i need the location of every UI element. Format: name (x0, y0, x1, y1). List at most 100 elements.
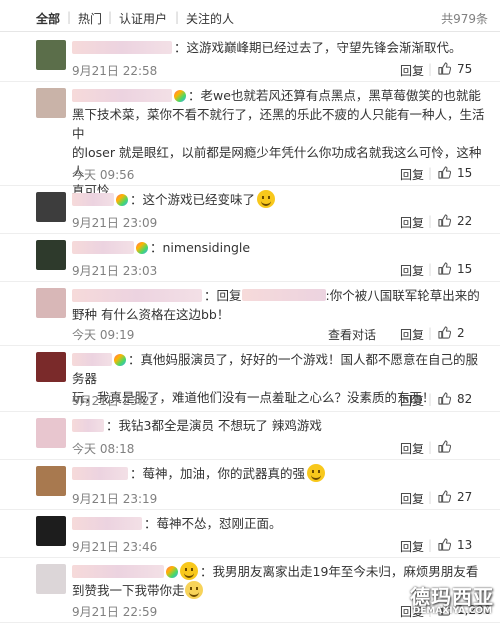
comment-line: ：老we也就若风还算有点黑点，黑草莓傲笑的也就能 (188, 88, 481, 103)
comment-item: ：莓神不怂，怼刚正面。 9月21日 23:46 回复 | 13 (0, 510, 500, 558)
thumbs-up-icon (438, 214, 451, 227)
comment-text: ：我钻3都全是演员 不想玩了 辣鸡游戏 (72, 416, 490, 435)
like-button[interactable]: 27 (438, 490, 472, 504)
reply-target-redacted[interactable] (241, 289, 326, 301)
comment-item: ：nimensidingle 9月21日 23:03 回复 | 15 (0, 234, 500, 282)
comment-item: ：老we也就若风还算有点黑点，黑草莓傲笑的也就能黑下技术菜，菜你不看不就行了，还… (0, 82, 500, 198)
comment-line: 到赞我一下我带你走 (72, 583, 185, 598)
avatar[interactable] (36, 192, 66, 222)
like-button[interactable]: 15 (438, 262, 472, 276)
comment-line: :你个被八国联军轮草出来的 (325, 288, 480, 303)
name-spacer (72, 562, 180, 581)
tab-hot[interactable]: 热门 (78, 10, 102, 27)
site-watermark: 德玛西亚 DEMAXIYA.COM (386, 581, 498, 619)
like-count: 75 (457, 62, 473, 76)
reply-button[interactable]: 回复 (400, 490, 424, 507)
action-divider: | (428, 62, 433, 76)
action-divider: | (428, 392, 433, 406)
comment-text: ：这个游戏已经变味了 (72, 190, 490, 209)
cat-emoji-icon (184, 581, 203, 599)
comment-line: ：莓神不怂，怼刚正面。 (144, 516, 282, 531)
reply-prefix: ：回复 (204, 288, 242, 303)
comment-actions: 回复 | 15 (328, 262, 488, 278)
avatar[interactable] (36, 240, 66, 270)
action-divider: | (428, 490, 433, 504)
comment-timestamp: 今天 09:56 (72, 168, 135, 182)
comment-actions: 回复 | 15 (328, 166, 488, 182)
comment-item: ：莓神，加油，你的武器真的强 9月21日 23:19 回复 | 27 (0, 460, 500, 510)
thumbs-up-icon (438, 326, 451, 339)
avatar[interactable] (36, 288, 66, 318)
member-badge-icon (174, 90, 186, 102)
action-divider: | (428, 166, 433, 180)
reply-button[interactable]: 回复 (400, 62, 424, 79)
avatar[interactable] (36, 418, 66, 448)
comment-item: ：真他妈服演员了，好好的一个游戏！国人都不愿意在自己的服务器 玩，我真是服了，难道… (0, 346, 500, 412)
thumbs-up-icon (438, 166, 451, 179)
reply-button[interactable]: 回复 (400, 538, 424, 555)
tab-following[interactable]: 关注的人 (186, 10, 234, 27)
avatar[interactable] (36, 352, 66, 382)
comment-actions: 回复 | 27 (328, 490, 488, 506)
avatar[interactable] (36, 40, 66, 70)
reply-button[interactable]: 回复 (400, 214, 424, 231)
watermark-url: DEMAXIYA.COM (412, 606, 492, 616)
comment-timestamp: 今天 09:19 (72, 328, 135, 342)
comment-line: ：这游戏巅峰期已经过去了，守望先锋会渐渐取代。 (174, 40, 462, 55)
member-badge-icon (136, 242, 148, 254)
reply-button[interactable]: 回复 (400, 326, 424, 343)
comment-filter-bar: 全部 | 热门 | 认证用户 | 关注的人 共979条 (0, 0, 500, 32)
comment-timestamp: 9月21日 23:46 (72, 540, 158, 554)
action-divider: | (428, 538, 433, 552)
reply-button[interactable]: 回复 (400, 392, 424, 409)
member-badge-icon (116, 194, 128, 206)
comment-timestamp: 9月21日 23:03 (72, 264, 158, 278)
name-spacer (72, 86, 188, 105)
comment-actions: 回复 | (328, 440, 488, 456)
thumbs-up-icon (438, 262, 451, 275)
emoji-icon (257, 190, 276, 208)
comment-text: ：莓神，加油，你的武器真的强 (72, 464, 490, 483)
member-badge-icon (114, 354, 126, 366)
reply-button[interactable]: 回复 (400, 262, 424, 279)
tab-verified-users[interactable]: 认证用户 (119, 10, 167, 27)
like-button[interactable]: 2 (438, 326, 465, 340)
comment-timestamp: 9月21日 22:58 (72, 64, 158, 78)
avatar[interactable] (36, 516, 66, 546)
like-button[interactable]: 15 (438, 166, 472, 180)
comment-actions: 回复 | 82 (328, 392, 488, 408)
avatar[interactable] (36, 88, 66, 118)
comment-item: ：这个游戏已经变味了 9月21日 23:09 回复 | 22 (0, 186, 500, 234)
comment-actions: 回复 | 13 (328, 538, 488, 554)
comment-actions: 回复 | 75 (328, 62, 488, 78)
like-button[interactable]: 82 (438, 392, 472, 406)
thumbs-up-icon (438, 392, 451, 405)
comment-timestamp: 9月21日 23:22 (72, 394, 158, 408)
comment-line: ：莓神，加油，你的武器真的强 (130, 466, 306, 481)
like-button[interactable]: 75 (438, 62, 472, 76)
comment-line: ：我男朋友离家出走19年至今未归，麻烦男朋友看 (200, 564, 479, 579)
like-count: 13 (457, 538, 473, 552)
like-button[interactable]: 22 (438, 214, 472, 228)
name-spacer (72, 238, 150, 257)
like-button[interactable]: 13 (438, 538, 472, 552)
like-count: 27 (457, 490, 473, 504)
avatar[interactable] (36, 466, 66, 496)
reply-button[interactable]: 回复 (400, 440, 424, 457)
action-divider: | (428, 326, 433, 340)
like-button[interactable] (438, 440, 457, 454)
comment-line: 黑下技术菜，菜你不看不就行了，还黑的乐此不疲的人只能有一种人，生活中 (72, 107, 485, 141)
comment-text: ：老we也就若风还算有点黑点，黑草莓傲笑的也就能黑下技术菜，菜你不看不就行了，还… (72, 86, 490, 200)
member-badge-icon (166, 566, 178, 578)
comment-item: ：回复:你个被八国联军轮草出来的 野种 有什么资格在这边bb！ 今天 09:19 查看… (0, 282, 500, 346)
emoji-icon (307, 464, 326, 482)
comment-text: ：nimensidingle (72, 238, 490, 257)
comment-timestamp: 9月21日 23:19 (72, 492, 158, 506)
tab-all[interactable]: 全部 (36, 10, 60, 27)
reply-button[interactable]: 回复 (400, 166, 424, 183)
like-count: 82 (457, 392, 473, 406)
view-dialog-link[interactable]: 查看对话 (328, 326, 376, 343)
avatar[interactable] (36, 564, 66, 594)
comment-timestamp: 9月21日 23:09 (72, 216, 158, 230)
thumbs-up-icon (438, 62, 451, 75)
